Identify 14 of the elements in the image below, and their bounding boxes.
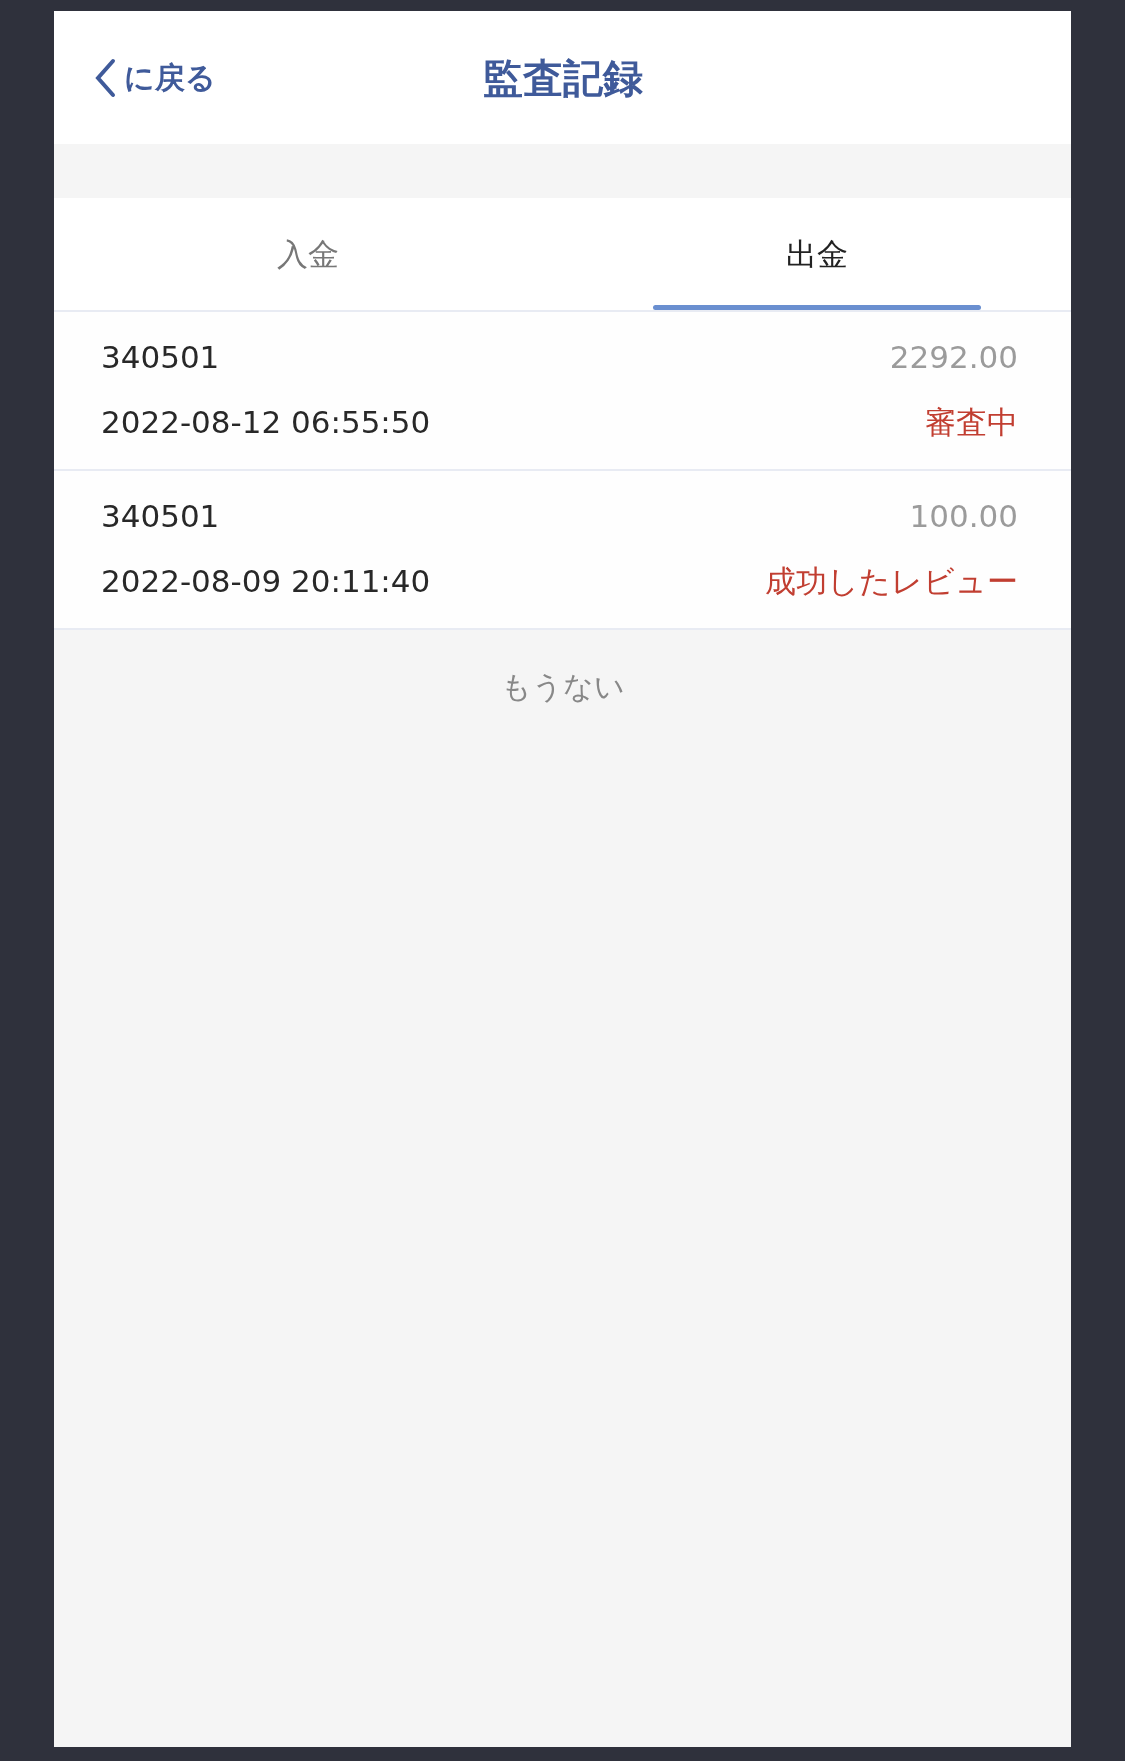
status-text: 成功したレビュー [765, 561, 1018, 601]
page-title: 監査記録 [482, 57, 643, 98]
timestamp-text: 2022-08-12 06:55:50 [101, 402, 431, 442]
back-chevron-icon [94, 57, 116, 98]
timestamp-text: 2022-08-09 20:11:40 [101, 561, 431, 601]
tab[interactable]: 入金 [54, 198, 563, 310]
status-text: 審査中 [925, 402, 1018, 442]
back-button[interactable]: に戻る [94, 55, 216, 100]
tab[interactable]: 出金 [562, 198, 1071, 310]
amount-text: 100.00 [909, 497, 1018, 536]
end-of-list-text: もうない [499, 668, 626, 706]
record-id: 340501 [101, 338, 220, 377]
amount-text: 2292.00 [889, 338, 1018, 377]
record-id: 340501 [101, 497, 220, 536]
